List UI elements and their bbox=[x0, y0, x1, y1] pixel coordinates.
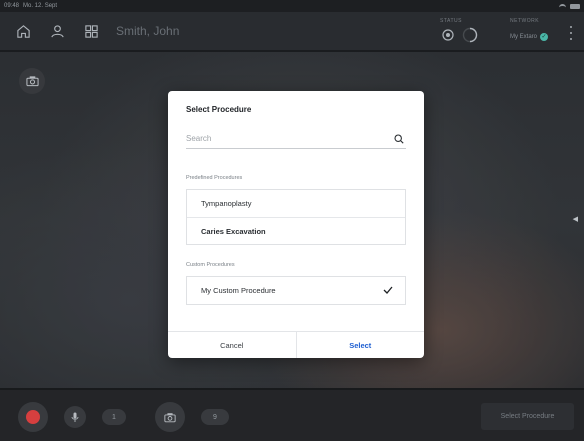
search-field bbox=[186, 129, 406, 149]
list-item-label: My Custom Procedure bbox=[201, 286, 276, 295]
list-item-caries-excavation[interactable]: Caries Excavation bbox=[187, 217, 405, 244]
list-item-label: Tympanoplasty bbox=[201, 199, 252, 208]
custom-procedures-list: My Custom Procedure bbox=[186, 276, 406, 305]
search-icon[interactable] bbox=[394, 134, 404, 144]
custom-procedures-caption: Custom Procedures bbox=[186, 262, 235, 268]
select-procedure-dialog: Select Procedure Predefined Procedures T… bbox=[168, 91, 424, 358]
checkmark-icon bbox=[383, 286, 393, 294]
predefined-procedures-caption: Predefined Procedures bbox=[186, 175, 243, 181]
list-item-label: Caries Excavation bbox=[201, 226, 266, 236]
predefined-procedures-list: Tympanoplasty Caries Excavation bbox=[186, 189, 406, 245]
search-input[interactable] bbox=[186, 134, 386, 143]
cancel-button[interactable]: Cancel bbox=[168, 332, 297, 358]
dialog-title: Select Procedure bbox=[186, 105, 252, 114]
list-item-tympanoplasty[interactable]: Tympanoplasty bbox=[187, 190, 405, 217]
dialog-footer: Cancel Select bbox=[168, 331, 424, 358]
list-item-my-custom-procedure[interactable]: My Custom Procedure bbox=[187, 277, 405, 304]
select-button[interactable]: Select bbox=[297, 332, 425, 358]
